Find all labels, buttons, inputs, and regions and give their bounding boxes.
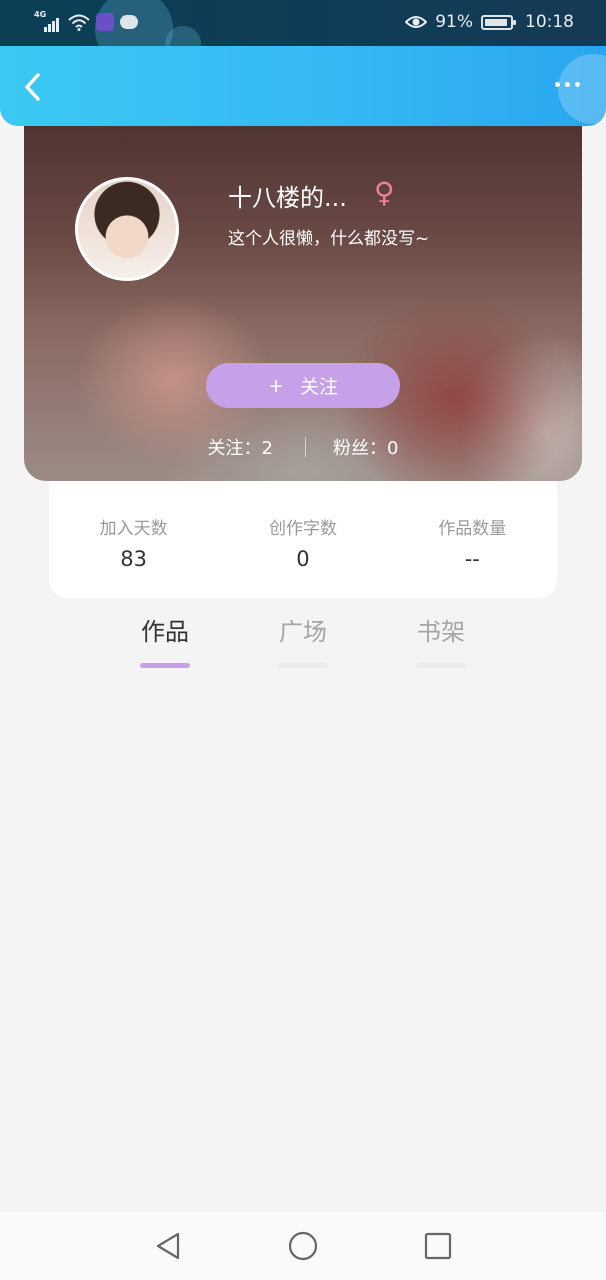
profile-card: 十八楼的... ♀ 这个人很懒，什么都没写~ + 关注 关注：2 粉丝：0 — [24, 110, 582, 481]
stat-join-days: 加入天数 83 — [49, 480, 218, 598]
back-button[interactable] — [18, 70, 48, 104]
tab-works[interactable]: 作品 — [120, 612, 210, 668]
system-navigation-bar — [0, 1212, 606, 1280]
tab-indicator — [278, 663, 328, 668]
more-dot-icon — [565, 82, 570, 87]
header-bar — [0, 46, 606, 126]
more-options-button[interactable] — [555, 82, 580, 87]
username: 十八楼的... — [228, 184, 347, 212]
nav-back-button[interactable] — [152, 1230, 184, 1262]
status-icons-left: 4G — [34, 10, 138, 32]
app-notification-icon — [96, 13, 114, 31]
clock: 10:18 — [525, 12, 574, 32]
follow-button-label: 关注 — [299, 376, 338, 398]
plus-icon: + — [268, 374, 284, 397]
stat-label: 加入天数 — [99, 519, 168, 539]
tab-content-area — [0, 672, 606, 1212]
stat-works-count: 作品数量 -- — [388, 480, 557, 598]
tab-bookshelf[interactable]: 书架 — [396, 612, 486, 668]
tab-label: 书架 — [417, 618, 465, 646]
message-notification-icon — [120, 15, 138, 29]
stat-divider — [305, 437, 306, 457]
female-gender-icon: ♀ — [374, 176, 395, 209]
following-count[interactable]: 关注：2 — [208, 434, 273, 460]
circle-home-icon — [288, 1231, 318, 1261]
tab-plaza[interactable]: 广场 — [258, 612, 348, 668]
chevron-left-icon — [25, 73, 40, 101]
stat-value: 83 — [120, 547, 148, 571]
stat-label: 作品数量 — [438, 519, 507, 539]
battery-icon — [481, 14, 516, 30]
header-decoration — [558, 54, 606, 124]
stats-panel: 加入天数 83 创作字数 0 作品数量 -- — [49, 480, 557, 598]
tab-indicator — [416, 663, 466, 668]
more-dot-icon — [555, 82, 560, 87]
tab-label: 作品 — [141, 618, 189, 646]
nav-home-button[interactable] — [287, 1230, 319, 1262]
eye-comfort-icon — [405, 16, 428, 28]
triangle-back-icon — [156, 1232, 180, 1260]
tab-label: 广场 — [279, 618, 327, 646]
square-recents-icon — [424, 1232, 452, 1260]
fans-count[interactable]: 粉丝：0 — [333, 434, 398, 460]
follow-button[interactable]: + 关注 — [206, 363, 400, 408]
stat-word-count: 创作字数 0 — [218, 480, 387, 598]
stat-value: 0 — [296, 547, 310, 571]
battery-percentage: 91% — [435, 12, 473, 32]
bio-text: 这个人很懒，什么都没写~ — [228, 229, 430, 249]
avatar[interactable] — [75, 177, 179, 281]
more-dot-icon — [575, 82, 580, 87]
stat-value: -- — [464, 547, 480, 571]
follow-stats: 关注：2 粉丝：0 — [24, 434, 582, 460]
wifi-icon — [68, 14, 90, 31]
stat-label: 创作字数 — [268, 519, 337, 539]
status-bar: 4G 91% 10:18 — [0, 0, 606, 68]
cellular-signal-icon: 4G — [34, 10, 62, 32]
nav-recents-button[interactable] — [422, 1230, 454, 1262]
tab-bar: 作品 广场 书架 — [0, 612, 606, 672]
tab-indicator — [140, 663, 190, 668]
status-icons-right: 91% 10:18 — [405, 12, 574, 32]
